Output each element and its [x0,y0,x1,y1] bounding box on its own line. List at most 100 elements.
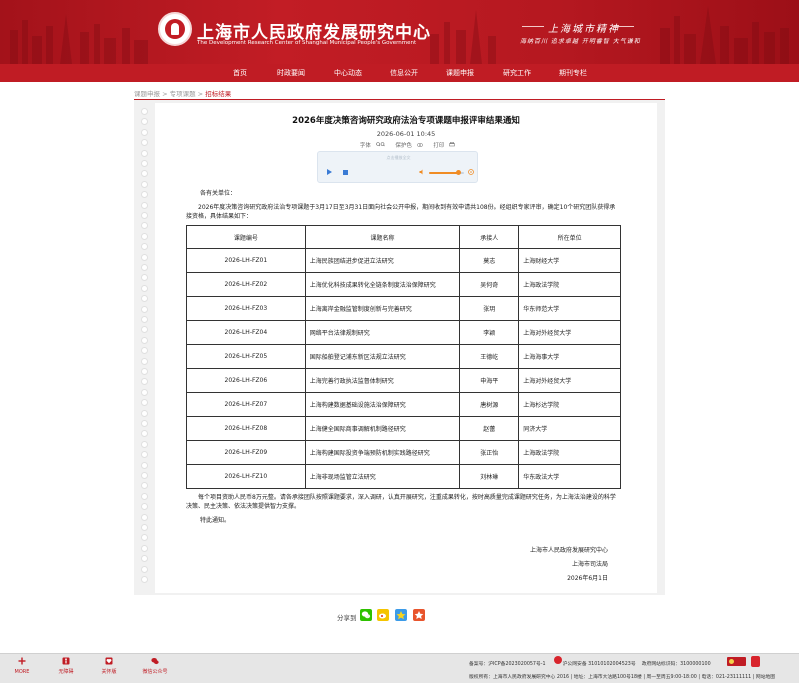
nav-item-disclosure[interactable]: 信息公开 [390,68,418,78]
motto-divider-right [612,26,634,27]
footer-separator: | [643,675,645,680]
gov-site-code: 政府网站标识码：3100000100 [641,662,711,667]
volume-icon[interactable] [419,169,425,175]
cell-code: 2026-LH-FZ06 [186,368,306,393]
binder-hole [141,409,148,417]
main-nav: 首页 时政要闻 中心动态 信息公开 课题申报 研究工作 期刊专栏 [0,64,799,82]
article-title: 2026年度决策咨询研究政府法治专项课题申报评审结果通知 [292,116,520,126]
sign-date: 2026年6月1日 [567,575,608,582]
table-row: 2026-LH-FZ02 上海优化科技成果转化全链条制度法治保障研究 吴何奇 上海政法… [186,272,621,297]
binder-hole [141,576,148,583]
accessibility-button[interactable]: 无障碍 [46,657,86,675]
binder-hole [141,555,148,563]
cell-code: 2026-LH-FZ07 [186,392,306,417]
table-header-code: 课题编号 [186,225,306,249]
greeting: 各有关单位： [200,190,237,197]
cell-name: 上海优化科技成果转化全链条制度法治保障研究 [304,272,461,297]
footer-info-line-2: 版权所有：上海市人民政府发展研究中心 2016 | 地址：上海市大沽路100号1… [469,673,775,680]
favorite-icon[interactable] [413,609,425,621]
player-hint: 点击播放全文 [386,155,411,160]
binder-hole [141,503,148,511]
icp-number[interactable]: 沪ICP备2023020057号-1 [488,662,545,667]
cell-unit: 上海财经大学 [518,248,621,273]
cell-name: 上海非现场监管立法研究 [304,464,461,489]
volume-slider-knob[interactable] [456,170,461,175]
wechat-icon[interactable] [360,609,372,621]
qzone-icon[interactable] [395,609,407,621]
cell-unit: 上海政法学院 [518,272,621,297]
binder-hole [141,149,148,157]
cell-code: 2026-LH-FZ10 [186,464,306,489]
signer-2: 上海市司法局 [571,561,608,568]
police-emblem-icon [554,656,562,664]
print-tool[interactable]: 打印 [430,142,455,149]
cell-name: 网络平台法律规制研究 [304,320,461,345]
accessibility-icon [62,657,70,665]
nav-item-center-updates[interactable]: 中心动态 [334,68,362,78]
nav-item-home[interactable]: 首页 [233,68,247,78]
motto-text: 海纳百川 追求卓越 开明睿智 大气谦和 [520,38,641,45]
error-report-badge-icon[interactable] [727,657,746,666]
nav-item-journal[interactable]: 期刊专栏 [559,68,587,78]
cell-lead: 刘林琳 [459,464,520,489]
stop-icon[interactable] [343,170,348,175]
binder-holes [141,108,151,588]
table-row: 2026-LH-FZ03 上海离岸金融监管制度创新与完善研究 张玥 华东师范大学 [186,296,621,321]
magnify-icon [375,142,385,147]
cell-name: 国际船舶登记浦东新区法规立法研究 [304,344,461,369]
cell-unit: 上海对外经贸大学 [518,368,621,393]
binder-hole [141,440,148,448]
cell-unit: 上海对外经贸大学 [518,320,621,345]
cell-unit: 华东政法大学 [518,464,621,489]
print-label: 打印 [433,143,445,149]
speed-icon[interactable] [468,169,474,175]
play-icon[interactable] [327,169,332,175]
nav-item-project-application[interactable]: 课题申报 [446,68,474,78]
binder-hole [141,128,148,136]
cell-code: 2026-LH-FZ04 [186,320,306,345]
binder-hole [141,180,148,188]
cell-lead: 唐树源 [459,392,520,417]
plus-icon [18,657,26,665]
binder-hole [141,399,148,407]
binder-hole [141,274,148,282]
closing-paragraph: 每个项目资助人民币8万元整。请各承接团队按照课题要求，深入调研，认真开展研究，注… [186,494,616,510]
elderly-mode-button[interactable]: 关怀版 [89,657,129,675]
site-logo-icon[interactable] [158,12,192,46]
party-gov-badge-icon[interactable] [751,656,760,667]
eye-care-tool[interactable]: 保护色 [392,143,423,149]
binder-hole [141,191,148,199]
binder-hole [141,253,148,261]
cell-code: 2026-LH-FZ08 [186,416,306,441]
weibo-icon[interactable] [377,609,389,621]
cell-code: 2026-LH-FZ02 [186,272,306,297]
cell-code: 2026-LH-FZ03 [186,296,306,321]
binder-hole [141,565,148,573]
table-row: 2026-LH-FZ05 国际船舶登记浦东新区法规立法研究 王德屹 上海海事大学 [186,344,621,369]
breadcrumb-item-special[interactable]: 专项课题 [170,90,196,98]
police-record[interactable]: 沪公网安备 31010102004523号 [563,662,636,667]
breadcrumb: 课题申报 > 专项课题 > 招标结果 [134,88,231,98]
footer-separator: | [752,675,755,680]
font-size-tool[interactable]: 字体 [357,142,385,149]
sitemap-link[interactable]: 网站地图 [756,675,775,680]
table-header-row: 课题编号 课题名称 承接人 所在单位 [186,225,621,249]
binder-hole [141,336,148,344]
wechat-account-button[interactable]: 微信公众号 [133,657,177,675]
cell-lead: 吴何奇 [459,272,520,297]
article-tools: 字体 保护色 打印 [155,141,657,149]
nav-item-research[interactable]: 研究工作 [503,68,531,78]
table-row: 2026-LH-FZ01 上海民族团结进步促进立法研究 莫志 上海财经大学 [186,248,621,273]
wechat-account-label: 微信公众号 [142,669,168,675]
breadcrumb-separator: > [195,90,206,98]
nav-item-news[interactable]: 时政要闻 [277,68,305,78]
binder-hole [141,201,148,209]
printer-icon [449,142,455,147]
cell-code: 2026-LH-FZ01 [186,248,306,273]
cell-name: 上海完善行政执法监督体制研究 [304,368,461,393]
cell-name: 上海健全国际商事调解机制路径研究 [304,416,461,441]
more-button[interactable]: MORE [2,657,42,675]
binder-hole [141,170,148,178]
breadcrumb-item-projects[interactable]: 课题申报 [134,90,160,98]
wechat-account-icon [151,658,159,665]
